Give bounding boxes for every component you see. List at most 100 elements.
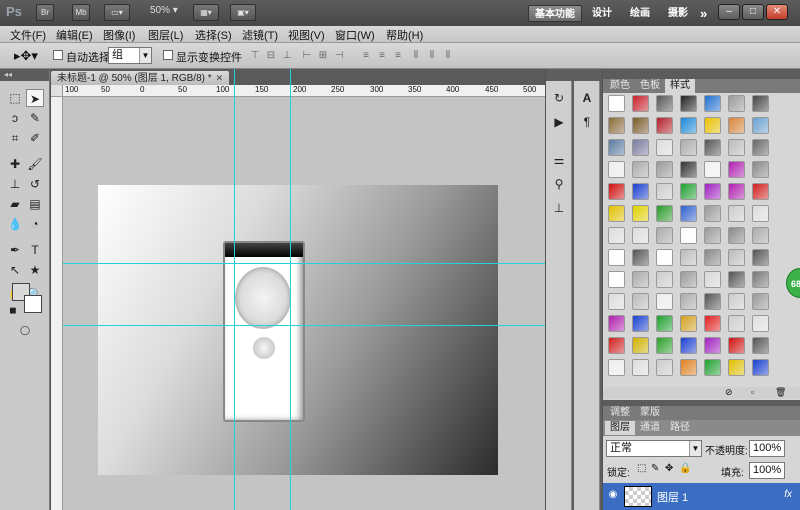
workspace-photography[interactable]: 摄影: [662, 5, 694, 22]
tab-masks[interactable]: 蒙版: [635, 406, 665, 420]
dodge-tool-icon[interactable]: ◔: [26, 215, 44, 233]
arrange-documents-button[interactable]: ▦▾: [193, 4, 219, 21]
horizontal-guide[interactable]: [63, 263, 545, 264]
style-swatch[interactable]: [752, 315, 769, 332]
style-swatch[interactable]: [728, 293, 745, 310]
style-swatch[interactable]: [632, 95, 649, 112]
delete-style-icon[interactable]: 🗑: [775, 387, 786, 398]
distribute-right-icon[interactable]: ⦀: [442, 50, 454, 62]
move-tool-icon[interactable]: ➤: [26, 89, 44, 107]
style-swatch[interactable]: [680, 95, 697, 112]
style-swatch[interactable]: [680, 249, 697, 266]
blur-tool-icon[interactable]: 💧: [6, 215, 24, 233]
layer-effects-icon[interactable]: fx: [784, 489, 792, 500]
brush-tool-icon[interactable]: 🖌: [26, 155, 44, 173]
move-tool-preset-icon[interactable]: ▸✥▾: [14, 48, 38, 64]
bridge-button[interactable]: Br: [36, 4, 54, 21]
style-swatch[interactable]: [656, 95, 673, 112]
background-color-swatch[interactable]: [24, 295, 42, 313]
crop-tool-icon[interactable]: ⌗: [6, 129, 24, 147]
style-swatch[interactable]: [752, 359, 769, 376]
view-extras-button[interactable]: ▭▾: [104, 4, 130, 21]
style-swatch[interactable]: [608, 161, 625, 178]
style-swatch[interactable]: [728, 161, 745, 178]
menu-view[interactable]: 视图(V): [288, 27, 325, 43]
menu-image[interactable]: 图像(I): [103, 27, 135, 43]
style-swatch[interactable]: [704, 139, 721, 156]
style-swatch[interactable]: [608, 315, 625, 332]
history-brush-tool-icon[interactable]: ↺: [26, 175, 44, 193]
layer-row-layer-1[interactable]: ◉ 图层 1 fx: [603, 483, 800, 510]
style-swatch[interactable]: [680, 117, 697, 134]
align-right-icon[interactable]: ⊣: [333, 50, 345, 62]
style-swatch[interactable]: [656, 271, 673, 288]
workspace-painting[interactable]: 绘画: [624, 5, 656, 22]
blend-mode-dropdown[interactable]: 正常 ▼: [606, 440, 702, 457]
style-swatch[interactable]: [656, 183, 673, 200]
style-swatch[interactable]: [632, 205, 649, 222]
lasso-tool-icon[interactable]: ↄ: [6, 109, 24, 127]
style-swatch[interactable]: [656, 161, 673, 178]
menu-edit[interactable]: 编辑(E): [56, 27, 93, 43]
close-button[interactable]: ✕: [766, 4, 788, 20]
style-swatch[interactable]: [680, 161, 697, 178]
style-swatch[interactable]: [680, 359, 697, 376]
path-select-tool-icon[interactable]: ↖: [6, 261, 24, 279]
show-transform-checkbox[interactable]: [163, 50, 173, 60]
style-swatch[interactable]: [632, 227, 649, 244]
tools-panel-header[interactable]: ◂◂: [0, 69, 49, 81]
menu-file[interactable]: 文件(F): [10, 27, 46, 43]
style-swatch[interactable]: [680, 139, 697, 156]
close-tab-icon[interactable]: ✕: [216, 73, 224, 83]
align-hcenter-icon[interactable]: ⊞: [317, 50, 329, 62]
style-swatch[interactable]: [656, 359, 673, 376]
type-tool-icon[interactable]: T: [26, 241, 44, 259]
tab-paths[interactable]: 路径: [665, 421, 695, 435]
style-swatch[interactable]: [752, 205, 769, 222]
auto-select-checkbox[interactable]: [53, 50, 63, 60]
style-swatch[interactable]: [656, 227, 673, 244]
tab-styles[interactable]: 样式: [665, 79, 695, 93]
workspace-essentials[interactable]: 基本功能: [528, 5, 582, 22]
style-swatch[interactable]: [632, 117, 649, 134]
distribute-left-icon[interactable]: ⦀: [410, 50, 422, 62]
style-swatch[interactable]: [728, 359, 745, 376]
style-swatch[interactable]: [728, 271, 745, 288]
style-swatch[interactable]: [704, 337, 721, 354]
style-swatch[interactable]: [632, 315, 649, 332]
style-swatch[interactable]: [680, 227, 697, 244]
style-swatch[interactable]: [680, 337, 697, 354]
mini-bridge-button[interactable]: Mb: [72, 4, 90, 21]
opacity-input[interactable]: 100%: [749, 440, 785, 457]
style-swatch[interactable]: [608, 337, 625, 354]
paragraph-panel-icon[interactable]: ¶: [578, 113, 596, 131]
workspace-design[interactable]: 设计: [586, 5, 618, 22]
style-swatch[interactable]: [728, 315, 745, 332]
style-swatch[interactable]: [608, 205, 625, 222]
style-swatch[interactable]: [728, 183, 745, 200]
tab-channels[interactable]: 通道: [635, 421, 665, 435]
align-left-icon[interactable]: ⊢: [301, 50, 313, 62]
style-swatch[interactable]: [608, 249, 625, 266]
no-style-icon[interactable]: ⊘: [725, 387, 733, 398]
style-swatch[interactable]: [752, 337, 769, 354]
style-swatch[interactable]: [728, 227, 745, 244]
style-swatch[interactable]: [704, 293, 721, 310]
menu-help[interactable]: 帮助(H): [386, 27, 423, 43]
eyedropper-tool-icon[interactable]: ✐: [26, 129, 44, 147]
style-swatch[interactable]: [608, 271, 625, 288]
style-swatch[interactable]: [704, 315, 721, 332]
quick-mask-icon[interactable]: ◯: [16, 321, 34, 339]
menu-layer[interactable]: 图层(L): [148, 27, 183, 43]
style-swatch[interactable]: [752, 293, 769, 310]
new-style-icon[interactable]: ▫: [751, 387, 754, 397]
brush-panel-icon[interactable]: ⚌: [550, 151, 568, 169]
style-swatch[interactable]: [608, 117, 625, 134]
align-top-icon[interactable]: ⊤: [249, 50, 261, 62]
clone-stamp-tool-icon[interactable]: ⊥: [6, 175, 24, 193]
style-swatch[interactable]: [752, 95, 769, 112]
style-swatch[interactable]: [704, 117, 721, 134]
style-swatch[interactable]: [680, 293, 697, 310]
style-swatch[interactable]: [656, 293, 673, 310]
style-swatch[interactable]: [704, 271, 721, 288]
